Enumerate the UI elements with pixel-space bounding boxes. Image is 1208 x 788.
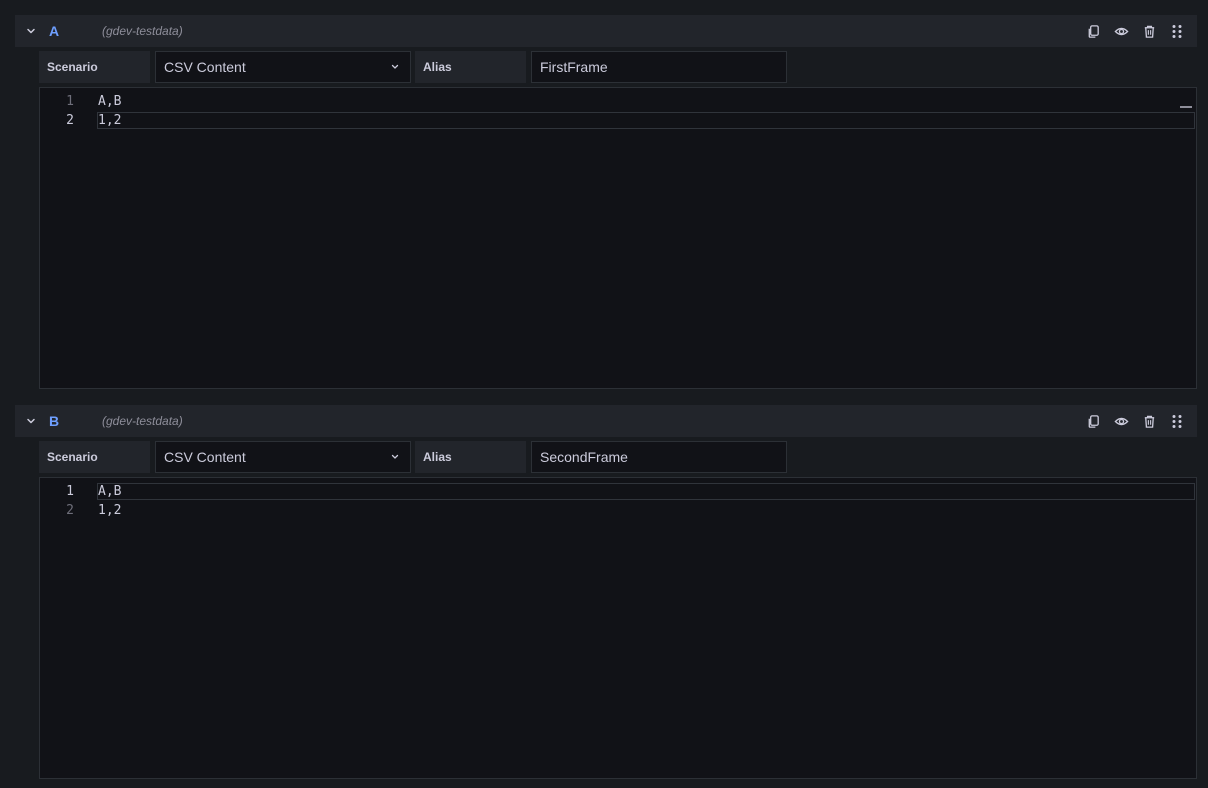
chevron-down-icon	[391, 454, 399, 459]
drag-handle-icon	[1172, 414, 1182, 428]
collapse-button[interactable]	[15, 15, 47, 47]
toggle-query-button[interactable]	[1111, 21, 1131, 41]
scenario-select[interactable]: CSV Content	[155, 441, 411, 473]
code-line: 1 A,B	[40, 482, 1196, 501]
drag-query-handle[interactable]	[1167, 21, 1187, 41]
trash-icon	[1144, 25, 1154, 38]
csv-code-editor[interactable]: 1 A,B 2 1,2	[39, 477, 1197, 779]
line-text: A,B	[98, 94, 122, 109]
scenario-label: Scenario	[39, 51, 150, 83]
datasource-name: (gdev-testdata)	[102, 24, 183, 38]
line-number: 1	[66, 94, 74, 109]
scenario-select[interactable]: CSV Content	[155, 51, 411, 83]
chevron-down-icon	[391, 64, 399, 69]
query-row-header[interactable]: B (gdev-testdata)	[15, 405, 1197, 437]
remove-query-button[interactable]	[1139, 21, 1159, 41]
alias-label: Alias	[415, 51, 526, 83]
eye-icon	[1113, 27, 1129, 35]
copy-icon	[1088, 24, 1099, 38]
collapse-button[interactable]	[15, 405, 47, 437]
csv-code-editor[interactable]: 1 A,B 2 1,2	[39, 87, 1197, 389]
drag-query-handle[interactable]	[1167, 411, 1187, 431]
datasource-name: (gdev-testdata)	[102, 414, 183, 428]
query-options: Scenario CSV Content Alias	[39, 441, 1197, 473]
toggle-query-button[interactable]	[1111, 411, 1131, 431]
line-number: 2	[66, 503, 74, 518]
chevron-down-icon	[27, 28, 35, 34]
copy-icon	[1088, 414, 1099, 428]
alias-input[interactable]	[531, 51, 787, 83]
row-actions	[1083, 405, 1187, 437]
query-options: Scenario CSV Content Alias	[39, 51, 1197, 83]
query-ref-id[interactable]: B	[49, 413, 99, 429]
code-line: 1 A,B	[40, 92, 1196, 111]
code-line: 2 1,2	[40, 111, 1196, 130]
alias-label: Alias	[415, 441, 526, 473]
line-number: 1	[66, 484, 74, 499]
scenario-value: CSV Content	[164, 59, 246, 75]
query-row-header[interactable]: A (gdev-testdata)	[15, 15, 1197, 47]
query-ref-id[interactable]: A	[49, 23, 99, 39]
duplicate-query-button[interactable]	[1083, 21, 1103, 41]
current-line-highlight	[97, 112, 1195, 129]
overview-ruler-marker	[1180, 106, 1192, 108]
drag-handle-icon	[1172, 24, 1182, 38]
line-number: 2	[66, 113, 74, 128]
alias-input[interactable]	[531, 441, 787, 473]
query-row-b: B (gdev-testdata) Scenario CSV Content A…	[15, 405, 1197, 779]
duplicate-query-button[interactable]	[1083, 411, 1103, 431]
scenario-value: CSV Content	[164, 449, 246, 465]
code-line: 2 1,2	[40, 501, 1196, 520]
row-actions	[1083, 15, 1187, 47]
remove-query-button[interactable]	[1139, 411, 1159, 431]
line-text: 1,2	[98, 503, 122, 518]
eye-icon	[1113, 417, 1129, 425]
query-row-a: A (gdev-testdata) Scenario CSV Content A…	[15, 15, 1197, 389]
chevron-down-icon	[27, 418, 35, 424]
scenario-label: Scenario	[39, 441, 150, 473]
current-line-highlight	[97, 483, 1195, 500]
trash-icon	[1144, 415, 1154, 428]
query-editor-page: A (gdev-testdata) Scenario CSV Content A…	[0, 0, 1208, 788]
